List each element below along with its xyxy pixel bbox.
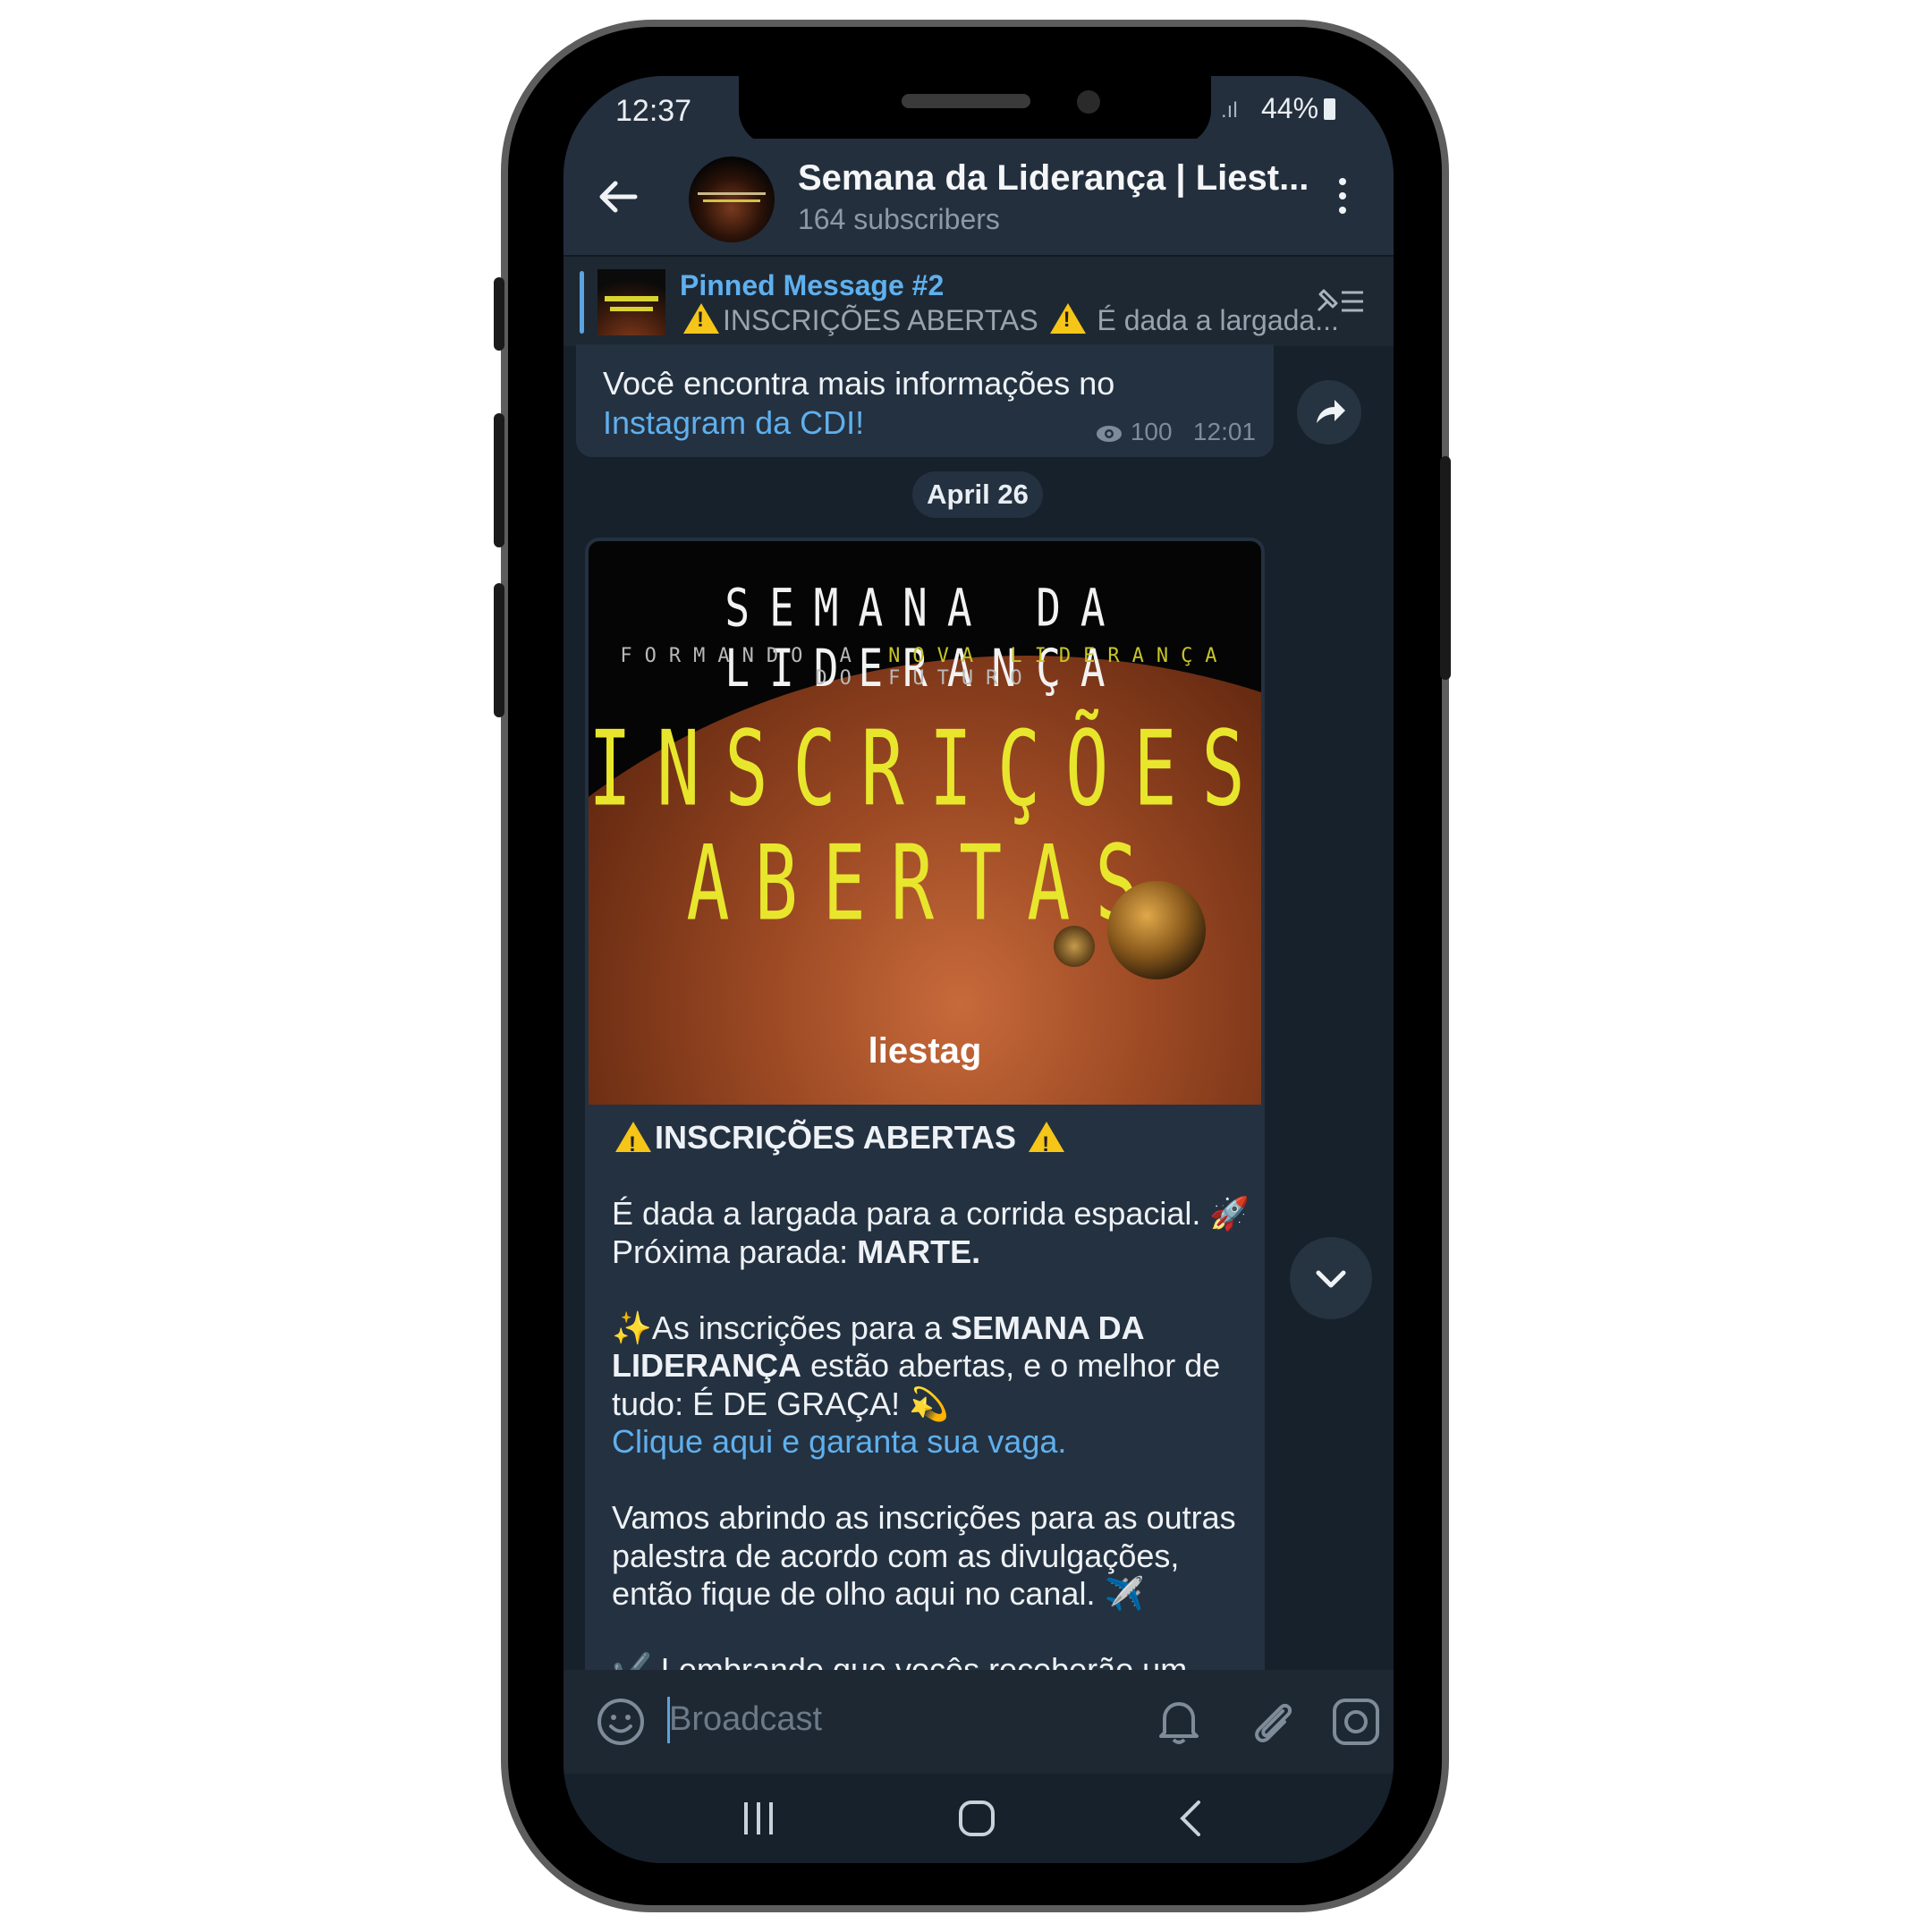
post-paragraph-3: Vamos abrindo as inscrições para as outr…: [612, 1499, 1236, 1612]
phone-button-bixby: [494, 277, 504, 351]
date-separator: April 26: [912, 471, 1043, 518]
screen: 12:37 .ıl 44% Semana da Liderança | Lies…: [564, 76, 1394, 1863]
eye-icon: [1097, 426, 1123, 442]
more-vert-icon[interactable]: [1336, 178, 1349, 219]
poster-title-line1: INSCRIÇÕES: [589, 708, 1261, 829]
post-paragraph-2: ✨As inscrições para a SEMANA DA LIDERANÇ…: [612, 1309, 1221, 1461]
astronaut-character: [1107, 881, 1206, 979]
post-paragraph-1: É dada a largada para a corrida espacial…: [612, 1195, 1250, 1270]
pinned-indicator: [580, 271, 584, 334]
recents-icon[interactable]: [739, 1799, 778, 1838]
warning-icon: [1029, 1122, 1065, 1165]
system-nav-bar: [564, 1774, 1394, 1863]
post-image[interactable]: SEMANA DA LIDERANÇA FORMANDO A NOVA LIDE…: [589, 541, 1261, 1105]
pinned-thumbnail: [597, 269, 665, 335]
phone-button-power: [1440, 456, 1451, 680]
warning-icon: [683, 303, 719, 334]
poster-subheading: FORMANDO A NOVA LIDERANÇA DO FUTURO: [620, 645, 1230, 690]
status-time: 12:37: [615, 94, 692, 128]
post-headline: INSCRIÇÕES ABERTAS: [612, 1119, 1256, 1165]
phone-button-volume-down: [494, 583, 504, 717]
battery-status: 44%: [1261, 92, 1336, 125]
pinned-message-bar[interactable]: Pinned Message #2 INSCRIÇÕES ABERTAS É d…: [564, 255, 1394, 346]
camera-icon[interactable]: [1329, 1695, 1383, 1749]
pinned-preview: INSCRIÇÕES ABERTAS É dada a largada...: [680, 303, 1339, 337]
chevron-down-icon[interactable]: [1290, 1237, 1372, 1319]
channel-post: SEMANA DA LIDERANÇA FORMANDO A NOVA LIDE…: [585, 538, 1265, 1863]
front-camera: [1077, 90, 1100, 114]
message-time: 12:01: [1192, 418, 1256, 445]
emoji-icon[interactable]: [596, 1697, 646, 1747]
warning-icon: [615, 1122, 651, 1165]
message-bubble-previous: Você encontra mais informações no Instag…: [576, 344, 1274, 457]
pinned-title: Pinned Message #2: [680, 269, 945, 301]
chat-header: Semana da Liderança | Liest... 164 subsc…: [564, 139, 1394, 255]
pinned-preview-text-2: É dada a largada...: [1097, 304, 1339, 336]
instagram-link[interactable]: Instagram da CDI!: [603, 404, 864, 441]
back-arrow-icon[interactable]: [596, 174, 640, 219]
subscriber-count: 164 subscribers: [798, 203, 1000, 235]
pinned-preview-text-1: INSCRIÇÕES ABERTAS: [723, 304, 1038, 336]
attach-icon[interactable]: [1247, 1695, 1301, 1749]
view-count: 100: [1130, 418, 1173, 445]
warning-icon: [1049, 303, 1086, 334]
message-body: Você encontra mais informações no: [603, 365, 1115, 402]
phone-button-volume-up: [494, 413, 504, 547]
unpin-list-icon[interactable]: [1313, 284, 1367, 319]
post-caption: INSCRIÇÕES ABERTAS É dada a largada para…: [612, 1119, 1256, 1727]
broadcast-input[interactable]: Broadcast: [669, 1700, 822, 1739]
home-icon[interactable]: [955, 1797, 998, 1840]
battery-percent: 44%: [1261, 92, 1319, 124]
camera-notch: [739, 76, 1211, 146]
channel-avatar[interactable]: [689, 157, 775, 242]
liestag-logo: liestag: [868, 1031, 982, 1071]
message-input-bar: Broadcast: [564, 1670, 1394, 1774]
share-icon[interactable]: [1297, 380, 1361, 445]
earpiece-speaker: [902, 94, 1030, 108]
back-nav-icon[interactable]: [1172, 1797, 1211, 1840]
signup-link[interactable]: Clique aqui e garanta sua vaga.: [612, 1423, 1066, 1460]
channel-title[interactable]: Semana da Liderança | Liest...: [798, 158, 1309, 199]
battery-icon: [1324, 98, 1336, 120]
signal-icon: .ıl: [1221, 98, 1238, 123]
message-meta: 100 12:01: [1095, 418, 1256, 446]
astronaut-small: [1054, 926, 1095, 967]
bell-icon[interactable]: [1154, 1695, 1204, 1749]
